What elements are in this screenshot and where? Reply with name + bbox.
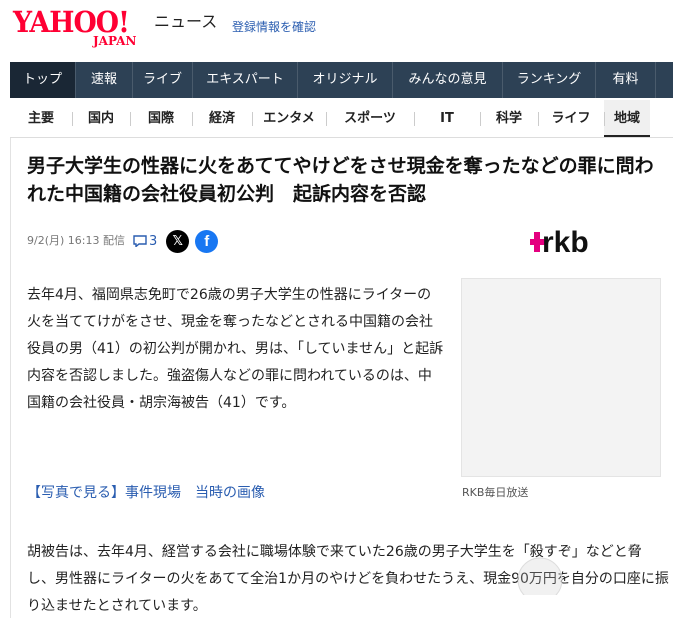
- x-icon: 𝕏: [172, 233, 183, 249]
- category-it[interactable]: IT: [414, 100, 480, 137]
- article-title: 男子大学生の性器に火をあててやけどをさせ現金を奪ったなどの罪に問われた中国籍の会…: [27, 155, 654, 205]
- category-main[interactable]: 主要: [10, 100, 72, 137]
- yahoo-japan-logo[interactable]: YAHOO! JAPAN: [13, 6, 153, 50]
- category-international[interactable]: 国際: [130, 100, 192, 137]
- article-meta: 9/2(月) 16:13 配信 3 𝕏 f: [27, 229, 219, 253]
- publish-date: 9/2(月) 16:13 配信: [27, 234, 125, 247]
- logo-subtitle: JAPAN: [93, 34, 137, 48]
- comment-icon: [133, 235, 147, 247]
- facebook-icon: f: [204, 232, 210, 250]
- article-lead: 去年4月、福岡県志免町で26歳の男子大学生の性器にライターの火を当ててけがをさせ…: [27, 287, 444, 411]
- publisher-logo-text: rkb: [542, 226, 589, 259]
- nav-tab-live[interactable]: ライブ: [133, 62, 193, 98]
- category-economy[interactable]: 経済: [192, 100, 252, 137]
- nav-tab-breaking[interactable]: 速報: [76, 62, 133, 98]
- content-divider: [10, 138, 11, 618]
- nav-tab-paid[interactable]: 有料: [596, 62, 656, 98]
- nav-tab-top[interactable]: トップ: [10, 62, 76, 98]
- photo-links: 【写真で見る】事件現場 当時の画像: [27, 483, 279, 503]
- category-science[interactable]: 科学: [480, 100, 538, 137]
- share-x-button[interactable]: 𝕏: [166, 229, 190, 253]
- register-info-link[interactable]: 登録情報を確認: [232, 19, 316, 35]
- primary-nav: トップ 速報 ライブ エキスパート オリジナル みんなの意見 ランキング 有料: [10, 62, 673, 98]
- publisher-logo-rkb[interactable]: rkb: [530, 219, 620, 259]
- photo-credit: RKB毎日放送: [462, 486, 529, 499]
- article-photo[interactable]: [461, 278, 661, 477]
- nav-tab-expert[interactable]: エキスパート: [193, 62, 298, 98]
- category-sports[interactable]: スポーツ: [326, 100, 414, 137]
- loading-spinner-icon: [517, 557, 563, 595]
- category-entertainment[interactable]: エンタメ: [252, 100, 326, 137]
- nav-tab-original[interactable]: オリジナル: [298, 62, 393, 98]
- photo-link-scene[interactable]: 【写真で見る】事件現場: [27, 485, 181, 501]
- category-regional[interactable]: 地域: [604, 100, 650, 137]
- share-facebook-button[interactable]: f: [195, 229, 219, 253]
- category-nav: 主要 国内 国際 経済 エンタメ スポーツ IT 科学 ライフ 地域: [10, 100, 673, 138]
- comment-count: 3: [148, 233, 158, 249]
- section-title[interactable]: ニュース: [154, 12, 217, 32]
- category-life[interactable]: ライフ: [538, 100, 604, 137]
- nav-tab-ranking[interactable]: ランキング: [503, 62, 596, 98]
- nav-tab-opinions[interactable]: みんなの意見: [393, 62, 503, 98]
- category-domestic[interactable]: 国内: [72, 100, 130, 137]
- photo-link-then[interactable]: 当時の画像: [195, 485, 265, 501]
- site-header: YAHOO! JAPAN ニュース 登録情報を確認: [0, 0, 673, 62]
- comment-count-link[interactable]: 3: [133, 234, 157, 249]
